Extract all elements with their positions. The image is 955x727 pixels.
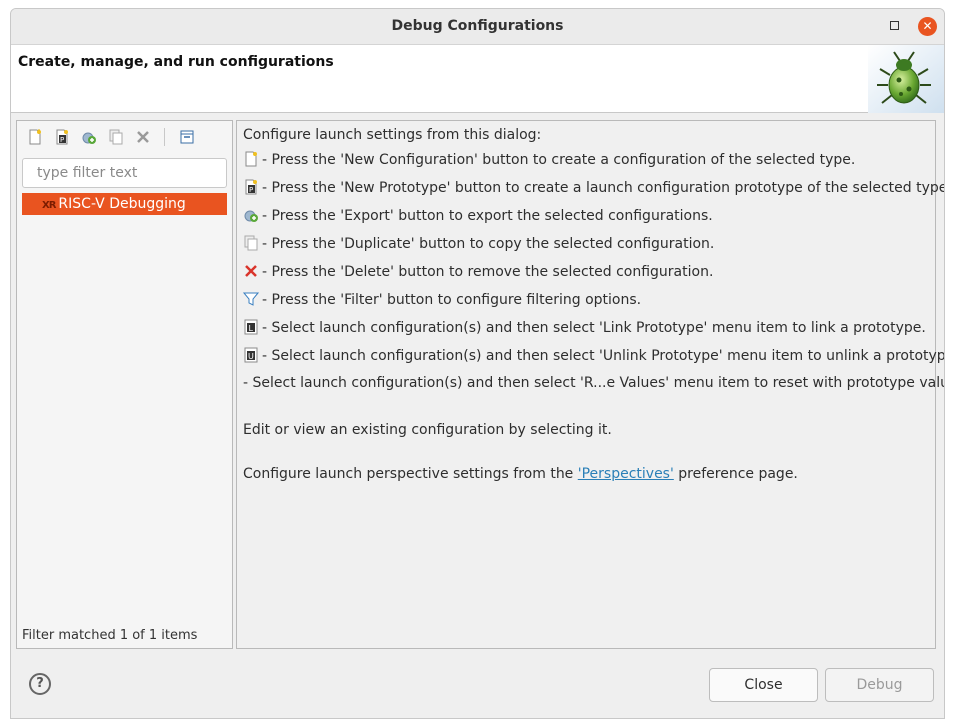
filter-icon bbox=[242, 291, 260, 307]
delete-icon[interactable] bbox=[133, 128, 152, 147]
svg-text:P: P bbox=[60, 136, 64, 144]
risc-v-launch-icon: XR bbox=[42, 200, 56, 211]
maximize-icon[interactable] bbox=[890, 21, 899, 30]
instruction-new-configuration: - Press the 'New Configuration' button t… bbox=[243, 151, 855, 168]
new-prototype-icon[interactable]: P bbox=[52, 128, 71, 147]
tree-item-risc-v-debugging[interactable]: XR RISC-V Debugging bbox=[22, 193, 227, 215]
filter-input[interactable] bbox=[22, 158, 227, 188]
toolbar-separator bbox=[164, 128, 165, 146]
close-window-button[interactable]: ✕ bbox=[918, 17, 937, 36]
instruction-filter: - Press the 'Filter' button to configure… bbox=[242, 291, 641, 308]
new-configuration-icon[interactable] bbox=[25, 128, 44, 147]
window-title: Debug Configurations bbox=[391, 18, 564, 34]
instruction-new-prototype: P- Press the 'New Prototype' button to c… bbox=[243, 179, 944, 196]
perspective-note: Configure launch perspective settings fr… bbox=[243, 466, 798, 482]
svg-text:P: P bbox=[249, 186, 253, 194]
instruction-reset-values: - Select launch configuration(s) and the… bbox=[243, 375, 945, 391]
link-prototype-icon: L bbox=[243, 319, 259, 335]
collapse-all-icon[interactable] bbox=[177, 128, 196, 147]
export-icon bbox=[243, 207, 259, 223]
header-title: Create, manage, and run configurations bbox=[18, 54, 334, 70]
help-button[interactable]: ? bbox=[29, 673, 51, 695]
tree-item-label: RISC-V Debugging bbox=[58, 196, 186, 212]
intro-text: Configure launch settings from this dial… bbox=[243, 127, 542, 143]
duplicate-icon bbox=[243, 235, 259, 251]
instruction-link-prototype: L- Select launch configuration(s) and th… bbox=[243, 319, 926, 336]
duplicate-icon[interactable] bbox=[106, 128, 125, 147]
svg-text:L: L bbox=[249, 324, 254, 333]
edit-note: Edit or view an existing configuration b… bbox=[243, 422, 612, 438]
configuration-tree-pane: P XRRISC-V Debugging Filter matched 1 of… bbox=[16, 120, 233, 649]
unlink-prototype-icon: U bbox=[243, 347, 259, 363]
delete-icon bbox=[243, 263, 259, 279]
title-bar: Debug Configurations ✕ bbox=[11, 9, 944, 45]
filter-status: Filter matched 1 of 1 items bbox=[22, 628, 198, 643]
perspectives-link[interactable]: 'Perspectives' bbox=[578, 466, 674, 482]
svg-text:U: U bbox=[248, 352, 254, 361]
instruction-unlink-prototype: U- Select launch configuration(s) and th… bbox=[243, 347, 944, 364]
new-prototype-icon: P bbox=[243, 179, 259, 195]
close-button[interactable]: Close bbox=[709, 668, 818, 702]
instruction-export: - Press the 'Export' button to export th… bbox=[243, 207, 713, 224]
debug-bug-icon bbox=[868, 45, 944, 113]
instructions-pane: Configure launch settings from this dial… bbox=[236, 120, 944, 649]
configuration-toolbar: P bbox=[25, 127, 196, 147]
debug-configurations-dialog: Debug Configurations ✕ Create, manage, a… bbox=[10, 8, 945, 719]
debug-button[interactable]: Debug bbox=[825, 668, 934, 702]
new-configuration-icon bbox=[243, 151, 259, 167]
dialog-header: Create, manage, and run configurations bbox=[11, 45, 944, 113]
export-icon[interactable] bbox=[79, 128, 98, 147]
instruction-duplicate: - Press the 'Duplicate' button to copy t… bbox=[243, 235, 714, 252]
instruction-delete: - Press the 'Delete' button to remove th… bbox=[243, 263, 713, 280]
